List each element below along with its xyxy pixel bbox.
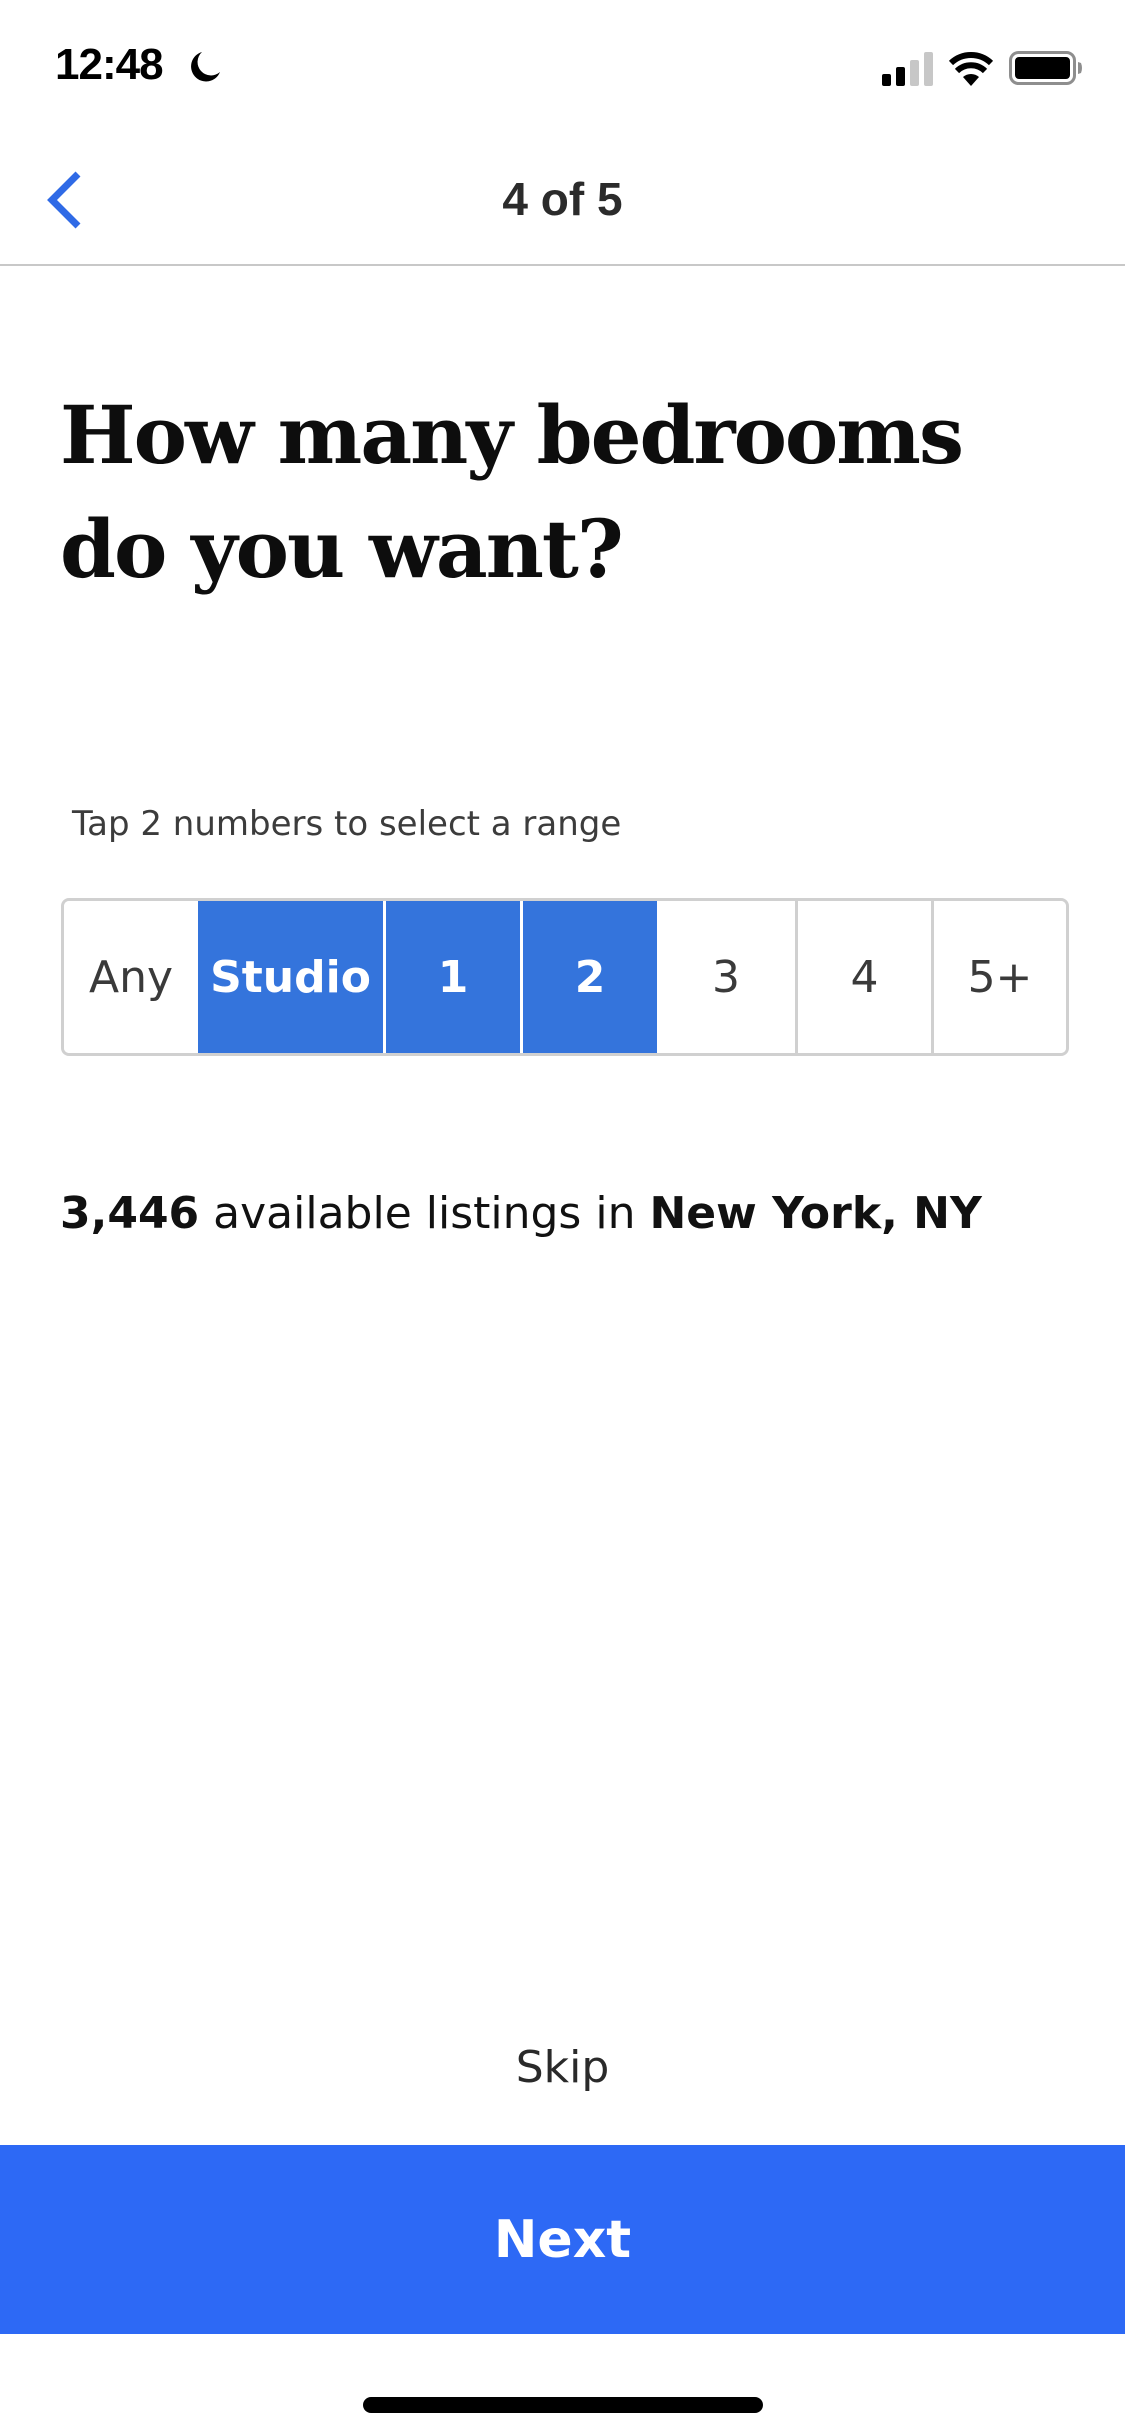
bedroom-option-studio[interactable]: Studio: [198, 901, 383, 1053]
listings-count: 3,446: [60, 1188, 200, 1239]
bedroom-selector: Any Studio 1 2 3 4 5+: [61, 898, 1069, 1056]
moon-icon: [191, 52, 220, 82]
bedroom-option-any[interactable]: Any: [64, 901, 198, 1053]
bedroom-option-3[interactable]: 3: [657, 901, 795, 1053]
bedroom-option-1[interactable]: 1: [383, 901, 520, 1053]
cellular-signal-icon: [882, 52, 933, 86]
skip-button[interactable]: Skip: [0, 2042, 1125, 2093]
bedroom-option-4[interactable]: 4: [795, 901, 931, 1053]
step-indicator: 4 of 5: [502, 173, 623, 225]
status-bar: 12:48: [0, 0, 1125, 132]
page-title: How many bedrooms do you want?: [60, 388, 964, 596]
home-indicator: [363, 2397, 763, 2413]
wifi-icon: [948, 52, 994, 86]
listings-location: New York, NY: [649, 1188, 982, 1239]
bedroom-option-5-plus[interactable]: 5+: [931, 901, 1066, 1053]
listings-summary: 3,446 available listings in New York, NY: [60, 1188, 982, 1239]
range-hint: Tap 2 numbers to select a range: [72, 804, 622, 844]
battery-icon: [1009, 51, 1082, 85]
listings-text: available listings in: [199, 1188, 650, 1239]
bedroom-option-2[interactable]: 2: [520, 901, 657, 1053]
status-time: 12:48: [55, 40, 164, 89]
nav-bar: 4 of 5: [0, 132, 1125, 266]
next-button[interactable]: Next: [0, 2145, 1125, 2334]
